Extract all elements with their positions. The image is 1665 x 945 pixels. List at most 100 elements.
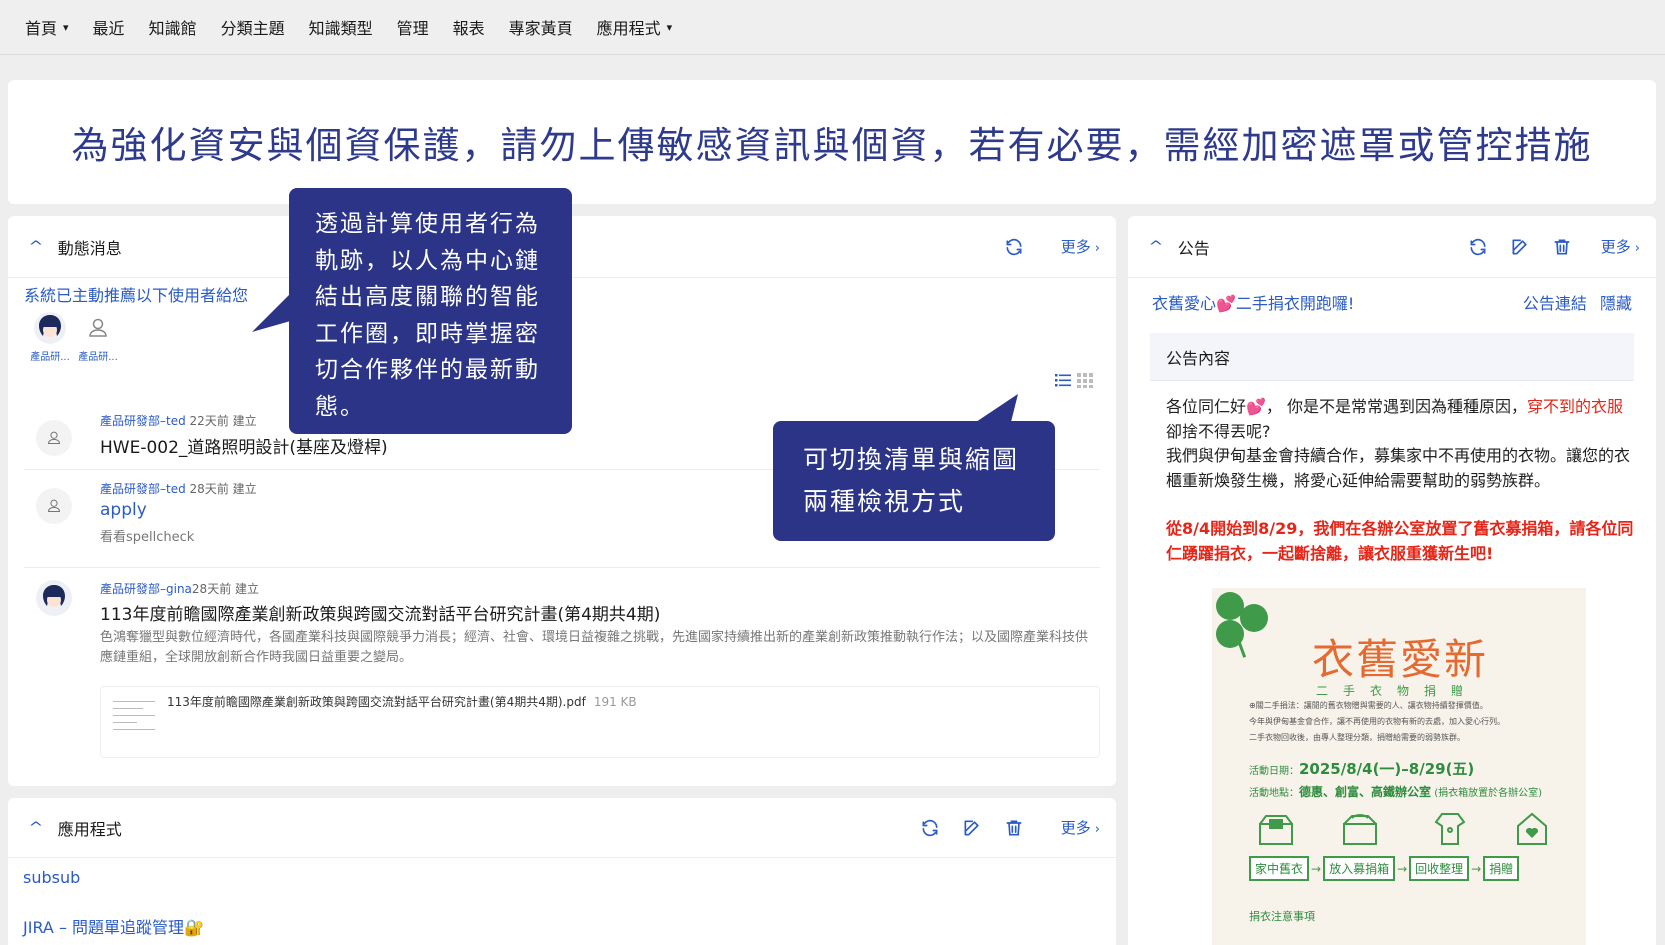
user-name: 產品研...: [30, 352, 70, 363]
avatar: [34, 312, 66, 344]
location-label: 活動地點：: [1249, 788, 1299, 799]
announcement-paragraph: 各位同仁好💕， 你是不是常常遇到因為種種原因，穿不到的衣服卻捨不得丟呢?: [1166, 395, 1634, 444]
announcement-post-title[interactable]: 衣舊愛心💕二手捐衣開跑囉!: [1152, 290, 1354, 314]
refresh-icon[interactable]: [919, 817, 941, 839]
activity-more-link[interactable]: 更多 ›: [1061, 236, 1100, 257]
user-name: 產品研...: [78, 352, 118, 363]
view-toggle: [1050, 371, 1094, 389]
poster-date: 活動日期：2025/8/4(一)–8/29(五): [1249, 758, 1474, 779]
item-time: 22天前 建立: [189, 414, 257, 428]
activity-title: 動態消息: [57, 238, 122, 258]
item-author[interactable]: 產品研發部–gina: [100, 582, 192, 596]
trash-icon[interactable]: [1551, 236, 1573, 258]
poster-subtitle: 二手衣物捐贈: [1316, 684, 1479, 698]
list-view-icon[interactable]: [1054, 371, 1072, 389]
pdf-thumbnail: [109, 695, 159, 747]
chevron-right-icon: ›: [1094, 822, 1100, 837]
nav-apps-label: 應用程式: [596, 19, 661, 38]
refresh-icon[interactable]: [1467, 236, 1489, 258]
chevron-up-icon[interactable]: ^: [28, 239, 43, 255]
clothes-icon: [1434, 813, 1466, 845]
location-note: (捐衣箱放置於各辦公室): [1434, 788, 1543, 799]
list-item[interactable]: 產品研發部–gina28天前 建立 113年度前瞻國際產業創新政策與跨國交流對話…: [24, 568, 1100, 778]
chevron-down-icon: ▾: [666, 20, 673, 34]
item-time: 28天前 建立: [189, 482, 257, 496]
app-link-subsub[interactable]: subsub: [23, 868, 80, 887]
chevron-down-icon: ▾: [63, 20, 69, 34]
trash-icon[interactable]: [1003, 817, 1025, 839]
item-author[interactable]: 產品研發部–ted: [100, 482, 186, 496]
date-value: 2025/8/4(一)–8/29(五): [1299, 760, 1475, 778]
item-meta: 產品研發部–gina28天前 建立: [100, 580, 259, 597]
nav-experts-label: 專家黃頁: [508, 19, 573, 38]
apps-header: ^ 應用程式 更多 ›: [8, 798, 1116, 858]
nav-home[interactable]: 首頁 ▾: [25, 15, 69, 39]
donation-box-icon: [1343, 814, 1377, 845]
edit-icon[interactable]: [1509, 236, 1531, 258]
avatar: [36, 580, 72, 616]
avatar: [36, 488, 72, 524]
hide-announcement-link[interactable]: 隱藏: [1600, 294, 1632, 313]
announcement-actions: 公告連結 隱藏: [1515, 290, 1632, 314]
nav-topics-label: 分類主題: [220, 19, 285, 38]
chevron-right-icon: ›: [1094, 241, 1100, 256]
banner-text: 為強化資安與個資保護，請勿上傳敏感資訊與個資，若有必要，需經加密遮罩或管控措施: [71, 124, 1593, 167]
apps-more-link[interactable]: 更多 ›: [1061, 817, 1100, 838]
clover-icon: [1216, 592, 1268, 658]
nav-knowledge[interactable]: 知識館: [149, 15, 197, 39]
recommended-user[interactable]: 產品研...: [74, 312, 122, 363]
announcement-header: ^ 公告 更多 ›: [1128, 216, 1656, 278]
p1-highlight: 穿不到的衣服: [1527, 397, 1624, 416]
step-label: 放入募捐箱: [1323, 856, 1396, 881]
announcement-row: 衣舊愛心💕二手捐衣開跑囉! 公告連結 隱藏: [1152, 290, 1632, 314]
recommended-users: 產品研... 產品研...: [26, 312, 122, 363]
announcement-link[interactable]: 公告連結: [1523, 294, 1587, 313]
nav-recent-label: 最近: [92, 19, 125, 38]
chevron-up-icon[interactable]: ^: [28, 820, 43, 836]
announcement-title: 公告: [1177, 238, 1210, 258]
callout-tail: [252, 290, 294, 332]
attachment-card[interactable]: 113年度前瞻國際產業創新政策與跨國交流對話平台研究計畫(第4期共4期).pdf…: [100, 686, 1100, 758]
chevron-up-icon[interactable]: ^: [1148, 239, 1163, 255]
app-link-jira[interactable]: JIRA – 問題單追蹤管理🔐: [23, 914, 204, 938]
nav-reports[interactable]: 報表: [453, 15, 485, 39]
poster-line: ⊕關二手捐法：讓閒的舊衣物贈與需要的人、讓衣物持續發揮價值。: [1249, 701, 1488, 710]
box-icon: [1259, 815, 1293, 845]
refresh-icon[interactable]: [1003, 236, 1025, 258]
apps-panel: ^ 應用程式 更多 › subsub JIRA – 問題單追蹤管理🔐: [8, 798, 1116, 945]
nav-admin-label: 管理: [396, 19, 429, 38]
content-heading-label: 公告內容: [1166, 348, 1231, 368]
item-desc: 色鴻奪獵型與數位經濟時代，各國產業科技與國際競爭力消長；經濟、社會、環境日益複雜…: [100, 630, 1089, 665]
arrow-right-icon: →: [1471, 861, 1482, 876]
nav-topics[interactable]: 分類主題: [221, 15, 285, 39]
item-author[interactable]: 產品研發部–ted: [100, 414, 186, 428]
chevron-right-icon: ›: [1634, 241, 1640, 256]
attachment-size: 191 KB: [593, 695, 637, 709]
recommend-text: 系統已主動推薦以下使用者給您: [24, 286, 249, 305]
recommended-user[interactable]: 產品研...: [26, 312, 74, 363]
nav-recent[interactable]: 最近: [93, 15, 125, 39]
arrow-right-icon: →: [1397, 861, 1408, 876]
avatar: [82, 312, 114, 344]
more-label: 更多: [1060, 238, 1091, 256]
grid-view-icon[interactable]: [1076, 371, 1094, 389]
edit-icon[interactable]: [961, 817, 983, 839]
more-label: 更多: [1060, 819, 1091, 837]
apps-title: 應用程式: [57, 819, 122, 839]
item-meta: 產品研發部–ted 22天前 建立: [100, 412, 257, 429]
p1-text: 各位同仁好💕， 你是不是常常遇到因為種種原因，: [1166, 397, 1528, 416]
nav-admin[interactable]: 管理: [397, 15, 429, 39]
nav-types-label: 知識類型: [308, 19, 373, 38]
item-title[interactable]: apply: [100, 500, 147, 520]
step-label: 捐贈: [1483, 856, 1520, 881]
item-title[interactable]: HWE-002_道路照明設計(基座及燈桿): [100, 433, 388, 458]
callout-text: 可切換清單與縮圖兩種檢視方式: [803, 445, 1020, 516]
item-title[interactable]: 113年度前瞻國際產業創新政策與跨國交流對話平台研究計畫(第4期共4期): [100, 600, 660, 625]
nav-experts[interactable]: 專家黃頁: [509, 15, 573, 39]
nav-apps[interactable]: 應用程式 ▾: [597, 15, 673, 39]
poster-notice: 捐衣注意事項: [1249, 910, 1315, 923]
donation-steps: 家中舊衣 → 放入募捐箱 → 回收整理 → 捐贈: [1249, 856, 1520, 881]
nav-types[interactable]: 知識類型: [309, 15, 373, 39]
announcement-more-link[interactable]: 更多 ›: [1601, 236, 1640, 257]
step-label: 回收整理: [1409, 856, 1470, 881]
